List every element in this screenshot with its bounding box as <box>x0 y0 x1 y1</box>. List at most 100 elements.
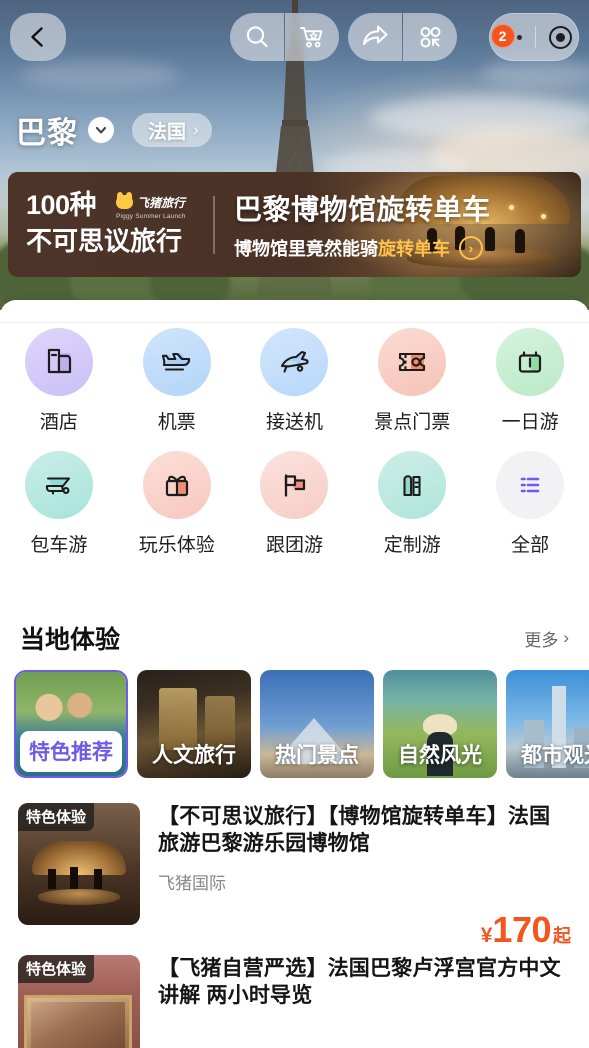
product-vendor: 飞猪国际 <box>158 873 226 893</box>
promo-banner[interactable]: 100种 飞猪旅行 Piggy Summer Launch 不可思议旅行 巴黎博… <box>8 172 581 277</box>
target-circle-icon[interactable] <box>548 25 572 49</box>
more-label: 更多 <box>524 630 559 650</box>
category-card-hot-spots[interactable]: 热门景点 <box>260 670 374 778</box>
grid-label: 全部 <box>511 535 550 556</box>
country-chevron-icon: › <box>193 120 199 139</box>
cart-icon <box>300 27 323 48</box>
category-card-culture[interactable]: 人文旅行 <box>137 670 251 778</box>
category-label: 特色推荐 <box>20 731 122 772</box>
share-button[interactable] <box>348 13 402 61</box>
product-thumbnail: 特色体验 <box>18 803 140 925</box>
country-pill-button[interactable]: 法国 › <box>132 113 212 147</box>
promo-brand: 飞猪旅行 Piggy Summer Launch <box>116 192 186 220</box>
gift-icon <box>142 451 211 519</box>
grid-label: 一日游 <box>501 412 559 433</box>
list-all-icon <box>496 451 565 519</box>
grid-label: 接送机 <box>265 412 323 433</box>
airport-transfer-icon <box>260 328 329 396</box>
category-icon-grid: 酒店 机票 接送机 景点门票 一日游 包车游 玩乐体验 跟团游 定制游 全部 <box>0 328 589 557</box>
content-sheet: 酒店 机票 接送机 景点门票 一日游 包车游 玩乐体验 跟团游 定制游 全部 当… <box>0 300 589 1048</box>
grid-label: 玩乐体验 <box>138 535 215 556</box>
grid-label: 机票 <box>157 412 196 433</box>
ticket-icon <box>378 328 447 396</box>
airplane-ticket-icon <box>142 328 211 396</box>
grid-label: 景点门票 <box>374 412 451 433</box>
hotel-icon <box>24 328 93 396</box>
action-icon-group <box>230 13 466 61</box>
product-title: 【飞猪自营严选】法国巴黎卢浮宫官方中文讲解 两小时导览 <box>158 957 561 1008</box>
sheet-divider <box>0 322 589 323</box>
promo-right-block: 巴黎博物馆旋转单车 博物馆里竟然能骑 旋转单车 › <box>234 188 491 261</box>
promo-slogan: 不可思议旅行 <box>26 226 183 257</box>
grid-item-flight[interactable]: 机票 <box>118 328 236 434</box>
grid-label: 包车游 <box>30 535 88 556</box>
product-list-item-2[interactable]: 特色体验 【飞猪自营严选】法国巴黎卢浮宫官方中文讲解 两小时导览 <box>0 955 589 1048</box>
piggy-logo-icon <box>116 192 133 210</box>
price-suffix: 起 <box>553 926 571 946</box>
page-title: 当地体验 <box>20 626 121 654</box>
city-name: 巴黎 <box>16 117 78 150</box>
back-button[interactable] <box>10 13 66 61</box>
capsule-divider <box>534 26 536 48</box>
category-card-strip: 特色推荐 人文旅行 热门景点 自然风光 都市观 <box>0 670 589 788</box>
category-label: 都市观光 <box>521 744 589 767</box>
miniprogram-capsule: 2 <box>489 13 579 61</box>
share-icon <box>362 25 388 46</box>
grid-item-fun-experience[interactable]: 玩乐体验 <box>118 451 236 557</box>
promo-title: 巴黎博物馆旋转单车 <box>234 194 491 225</box>
product-price: ¥ 170 起 <box>481 909 571 951</box>
grid-item-custom-tour[interactable]: 定制游 <box>353 451 471 557</box>
grid-item-attraction-ticket[interactable]: 景点门票 <box>353 328 471 434</box>
more-menu-button[interactable]: 2 <box>490 23 522 48</box>
miniapp-grid-icon <box>420 27 441 48</box>
product-list-item-1[interactable]: 特色体验 【不可思议旅行】【博物馆旋转单车】法国旅游巴黎游乐园博物馆 飞猪国际 … <box>0 803 589 950</box>
country-label: 法国 <box>148 121 187 143</box>
promo-left-block: 100种 飞猪旅行 Piggy Summer Launch 不可思议旅行 <box>8 191 208 258</box>
product-info: 【飞猪自营严选】法国巴黎卢浮宫官方中文讲解 两小时导览 <box>158 955 571 1048</box>
chevron-right-icon: › <box>563 628 569 647</box>
custom-tour-icon <box>378 451 447 519</box>
product-tag: 特色体验 <box>18 955 95 983</box>
top-navigation-bar: 2 <box>0 0 589 74</box>
cart-button[interactable] <box>285 13 339 61</box>
product-thumbnail: 特色体验 <box>18 955 140 1048</box>
product-tag: 特色体验 <box>18 803 95 831</box>
product-info: 【不可思议旅行】【博物馆旋转单车】法国旅游巴黎游乐园博物馆 飞猪国际 ¥ 170… <box>158 803 571 950</box>
charter-car-icon <box>24 451 93 519</box>
grid-item-transfer[interactable]: 接送机 <box>236 328 354 434</box>
app-root: 2 巴黎 法国 › 100种 飞猪旅行 Piggy Summer Launch … <box>0 0 589 1048</box>
category-selected-pointer <box>78 776 98 778</box>
category-card-nature[interactable]: 自然风光 <box>383 670 497 778</box>
category-label: 自然风光 <box>398 744 482 767</box>
miniapp-grid-button[interactable] <box>403 13 457 61</box>
flag-icon <box>260 451 329 519</box>
product-title: 【不可思议旅行】【博物馆旋转单车】法国旅游巴黎游乐园博物馆 <box>158 805 551 856</box>
promo-divider <box>213 196 215 254</box>
grid-label: 跟团游 <box>265 535 323 556</box>
price-currency: ¥ <box>480 924 493 947</box>
promo-brand-sub: Piggy Summer Launch <box>116 212 186 220</box>
promo-subtitle: 博物馆里竟然能骑 旋转单车 › <box>234 235 491 261</box>
local-experience-section-header: 当地体验 更多 › <box>0 620 589 656</box>
grid-item-day-tour[interactable]: 一日游 <box>471 328 589 434</box>
city-dropdown-button[interactable] <box>88 117 114 143</box>
promo-sub-prefix: 博物馆里竟然能骑 <box>234 239 378 259</box>
daytour-bag-icon <box>496 328 565 396</box>
promo-brand-name: 飞猪旅行 <box>137 195 186 210</box>
category-card-featured[interactable]: 特色推荐 <box>14 670 128 778</box>
grid-item-hotel[interactable]: 酒店 <box>0 328 118 434</box>
grid-item-all[interactable]: 全部 <box>471 451 589 557</box>
price-amount: 170 <box>492 909 551 950</box>
city-selector-row: 巴黎 法国 › <box>16 108 212 152</box>
grid-item-charter-car[interactable]: 包车游 <box>0 451 118 557</box>
search-button[interactable] <box>230 13 284 61</box>
grid-label: 酒店 <box>39 412 78 433</box>
chevron-left-icon <box>31 27 43 47</box>
grid-item-group-tour[interactable]: 跟团游 <box>236 451 354 557</box>
more-link[interactable]: 更多 › <box>524 626 569 651</box>
category-label: 人文旅行 <box>152 744 236 767</box>
promo-arrow-button[interactable]: › <box>459 236 483 260</box>
grid-label: 定制游 <box>383 535 441 556</box>
category-card-city[interactable]: 都市观光 <box>506 670 589 778</box>
promo-sub-highlight: 旋转单车 <box>378 239 450 259</box>
